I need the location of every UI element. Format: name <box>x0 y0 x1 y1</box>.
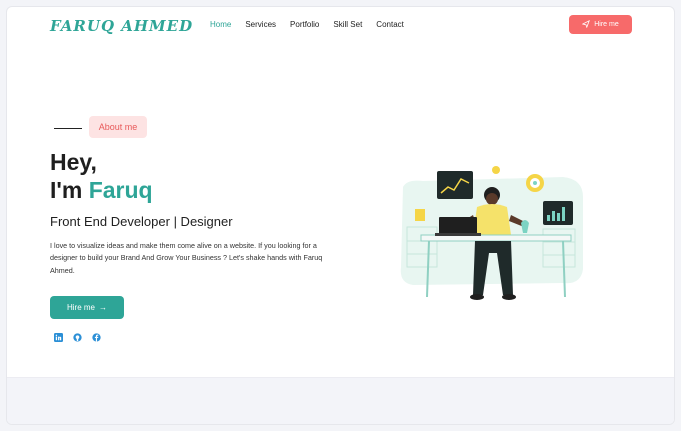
arrow-right-icon: → <box>99 303 107 312</box>
nav-item-home[interactable]: Home <box>210 20 231 29</box>
hero-role: Front End Developer | Designer <box>50 214 233 229</box>
main-nav: Home Services Portfolio Skill Set Contac… <box>210 20 418 29</box>
send-icon <box>581 19 591 30</box>
nav-item-skill-set[interactable]: Skill Set <box>333 20 362 29</box>
about-divider <box>54 128 82 129</box>
page-frame: FARUQ AHMED Home Services Portfolio Skil… <box>6 6 675 425</box>
nav-item-services[interactable]: Services <box>245 20 276 29</box>
laptop <box>439 217 477 235</box>
hero-hire-label: Hire me <box>66 303 95 312</box>
social-links <box>54 333 101 342</box>
linkedin-icon[interactable] <box>54 333 63 342</box>
header-hire-button[interactable]: Hire me <box>569 15 632 34</box>
hero-bio: I love to visualize ideas and make them … <box>50 241 323 275</box>
lightbulb <box>492 166 500 174</box>
nav-item-contact[interactable]: Contact <box>376 20 404 29</box>
header-hire-label: Hire me <box>594 21 619 28</box>
monitor-chart-left <box>437 171 473 199</box>
github-icon[interactable] <box>73 333 82 342</box>
developer-body <box>473 204 511 235</box>
sticky-note <box>415 209 425 221</box>
hero-name: Faruq <box>88 177 153 203</box>
hero-intro-prefix: I'm <box>50 177 89 203</box>
hero-greeting: Hey, <box>50 149 97 175</box>
site-logo[interactable]: FARUQ AHMED <box>50 17 193 35</box>
hero-intro: I'm Faruq <box>50 176 153 204</box>
facebook-icon[interactable] <box>92 333 101 342</box>
about-me-chip: About me <box>89 116 147 138</box>
hero-hire-button[interactable]: Hire me → <box>50 296 124 319</box>
next-section-band <box>7 377 674 424</box>
nav-item-portfolio[interactable]: Portfolio <box>290 20 319 29</box>
developer-illustration <box>400 166 583 300</box>
